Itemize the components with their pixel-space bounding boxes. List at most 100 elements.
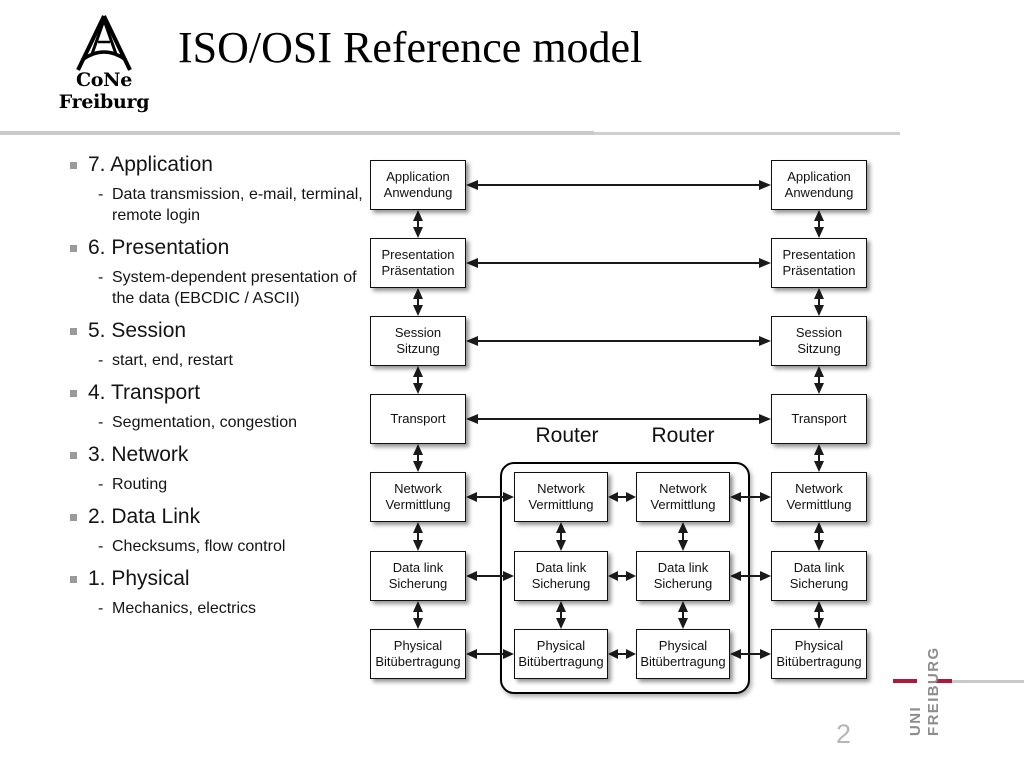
square-bullet-icon	[70, 390, 77, 397]
link-arrow-right-datalink	[730, 569, 771, 583]
list-item: 3. Network - Routing	[68, 440, 368, 495]
layer-heading: 3. Network	[68, 440, 368, 469]
layer-heading-label: 7. Application	[88, 153, 213, 176]
box-label-de: Sitzung	[797, 341, 841, 356]
box-label-en: Data link	[535, 560, 587, 575]
layer-heading-label: 6. Presentation	[88, 236, 230, 259]
stack-arrow-right-7-6	[812, 210, 826, 238]
right-host-layer-network: Network Vermittlung	[771, 472, 867, 522]
layer-heading: 7. Application	[68, 150, 368, 179]
left-host-layer-session: Session Sitzung	[370, 316, 466, 366]
right-host-layer-datalink: Data link Sicherung	[771, 551, 867, 601]
square-bullet-icon	[70, 162, 77, 169]
logo-line2: Freiburg	[58, 91, 150, 113]
list-item: 2. Data Link - Checksums, flow control	[68, 502, 368, 557]
layer-detail-label: System-dependent presentation of the dat…	[112, 269, 357, 307]
stack-arrow-left-4-3	[411, 444, 425, 472]
stack-arrow-right-5-4	[812, 366, 826, 394]
box-label-de: Bitübertragung	[518, 654, 604, 669]
dash-bullet-icon: -	[98, 476, 104, 493]
box-label-en: Network	[537, 481, 585, 496]
page-title: ISO/OSI Reference model	[178, 23, 643, 72]
link-arrow-router-datalink	[608, 569, 636, 583]
cone-freiburg-logo: CoNe Freiburg	[52, 14, 156, 114]
right-host-layer-presentation: Presentation Präsentation	[771, 238, 867, 288]
layer-detail: - Checksums, flow control	[68, 536, 368, 557]
link-arrow-right-physical	[730, 647, 771, 661]
stack-arrow-right-3-2	[812, 522, 826, 551]
peer-arrow-session	[466, 334, 771, 348]
antenna-tower-icon	[76, 15, 132, 71]
list-item: 7. Application - Data transmission, e-ma…	[68, 150, 368, 226]
router-group-frame	[500, 462, 750, 694]
left-host-layer-presentation: Presentation Präsentation	[370, 238, 466, 288]
box-label-de: Vermittlung	[650, 497, 716, 512]
stack-arrow-left-2-1	[411, 601, 425, 629]
link-arrow-left-datalink	[466, 569, 514, 583]
list-item: 4. Transport - Segmentation, congestion	[68, 378, 368, 433]
box-label-de: Sicherung	[388, 576, 448, 591]
left-host-layer-physical: Physical Bitübertragung	[370, 629, 466, 679]
peer-arrow-presentation	[466, 256, 771, 270]
stack-arrow-router-a-2-1	[554, 601, 568, 629]
list-item: 5. Session - start, end, restart	[68, 316, 368, 371]
layer-detail-label: Checksums, flow control	[112, 538, 286, 555]
square-bullet-icon	[70, 576, 77, 583]
dash-bullet-icon: -	[98, 269, 104, 286]
peer-arrow-application	[466, 178, 771, 192]
box-label-en: Physical	[393, 638, 443, 653]
box-label-en: Presentation	[782, 247, 856, 262]
box-label-de: Anwendung	[784, 185, 854, 200]
router-a-layer-network: Network Vermittlung	[514, 472, 608, 522]
box-label-en: Network	[394, 481, 442, 496]
box-label-de: Bitübertragung	[375, 654, 461, 669]
logo-text: CoNe Freiburg	[52, 69, 156, 113]
logo-line1: CoNe	[75, 69, 133, 91]
uni-freiburg-logo: UNI FREIBURG	[893, 628, 955, 740]
box-label-en: Physical	[794, 638, 844, 653]
layer-detail: - Routing	[68, 474, 368, 495]
left-host-layer-application: Application Anwendung	[370, 160, 466, 210]
box-label-de: Bitübertragung	[640, 654, 726, 669]
layer-detail: - Segmentation, congestion	[68, 412, 368, 433]
stack-arrow-right-4-3	[812, 444, 826, 472]
stack-arrow-left-3-2	[411, 522, 425, 551]
router-a-layer-physical: Physical Bitübertragung	[514, 629, 608, 679]
uni-logo-line1: UNI	[907, 705, 924, 736]
layer-detail-label: Routing	[112, 476, 168, 493]
left-host-layer-transport: Transport	[370, 394, 466, 444]
layer-heading-label: 3. Network	[88, 443, 189, 466]
stack-arrow-left-7-6	[411, 210, 425, 238]
osi-layer-list: 7. Application - Data transmission, e-ma…	[68, 150, 368, 626]
right-host-layer-transport: Transport	[771, 394, 867, 444]
layer-heading: 4. Transport	[68, 378, 368, 407]
layer-heading-label: 1. Physical	[88, 567, 190, 590]
header-divider-left	[0, 131, 594, 135]
left-host-layer-network: Network Vermittlung	[370, 472, 466, 522]
box-label-en: Transport	[390, 411, 446, 426]
dash-bullet-icon: -	[98, 414, 104, 431]
router-a-label: Router	[535, 424, 599, 447]
layer-heading: 2. Data Link	[68, 502, 368, 531]
box-label-en: Data link	[657, 560, 709, 575]
box-label-en: Session	[795, 325, 843, 340]
box-label-en: Network	[659, 481, 707, 496]
list-item: 1. Physical - Mechanics, electrics	[68, 564, 368, 619]
box-label-de: Vermittlung	[786, 497, 852, 512]
link-arrow-left-physical	[466, 647, 514, 661]
layer-detail: - start, end, restart	[68, 350, 368, 371]
router-b-layer-network: Network Vermittlung	[636, 472, 730, 522]
router-b-layer-datalink: Data link Sicherung	[636, 551, 730, 601]
stack-arrow-left-6-5	[411, 288, 425, 316]
layer-heading-label: 5. Session	[88, 319, 187, 342]
layer-heading-label: 2. Data Link	[88, 505, 201, 528]
box-label-en: Data link	[793, 560, 845, 575]
router-b-label: Router	[651, 424, 715, 447]
stack-arrow-left-5-4	[411, 366, 425, 394]
box-label-de: Bitübertragung	[776, 654, 862, 669]
box-label-de: Sicherung	[653, 576, 713, 591]
layer-detail-label: Mechanics, electrics	[112, 600, 257, 617]
layer-detail: - Data transmission, e-mail, terminal, r…	[68, 184, 368, 226]
list-item: 6. Presentation - System-dependent prese…	[68, 233, 368, 309]
dash-bullet-icon: -	[98, 352, 104, 369]
